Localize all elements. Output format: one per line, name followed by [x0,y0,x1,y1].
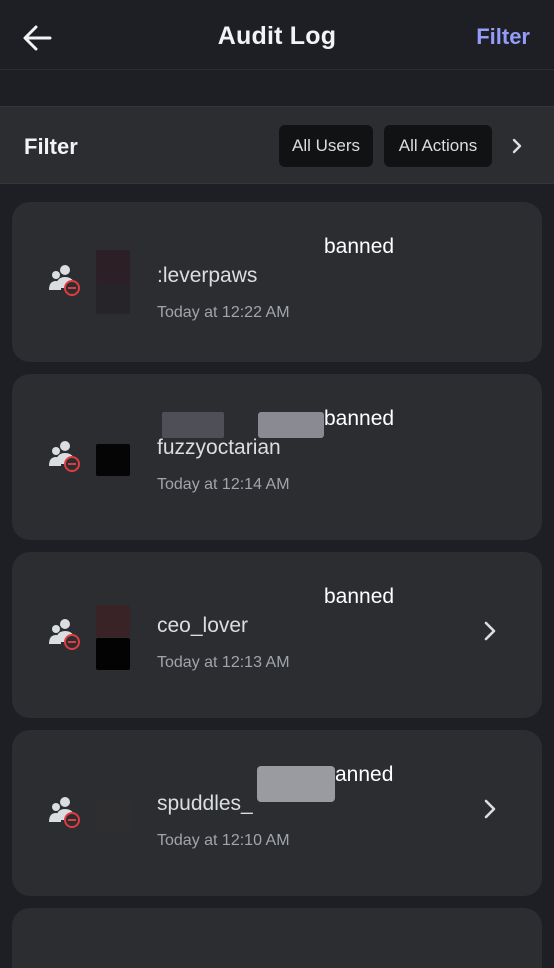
avatar [96,444,130,476]
member-ban-icon [49,265,80,296]
chevron-right-icon[interactable] [480,796,500,822]
action-text: banned [324,585,395,608]
avatar [96,605,130,637]
all-users-chip[interactable]: All Users [279,125,373,167]
action-text: banned [324,407,395,430]
filter-bar: Filter All Users All Actions [0,106,554,184]
header-bar: Audit Log Filter [0,0,554,70]
username: spuddles_ [157,792,253,815]
timestamp: Today at 12:22 AM [157,304,290,321]
username-text: leverpaws [162,264,258,287]
action-text: banned [324,235,395,258]
username: :leverpaws [157,264,258,287]
filter-more-button[interactable] [506,133,528,159]
member-ban-icon [49,441,80,472]
audit-log-entry[interactable]: anned spuddles_ Today at 12:10 AM [12,730,542,896]
username: fuzzyoctarian [157,436,281,459]
member-ban-icon [49,619,80,650]
member-ban-icon [49,797,80,828]
audit-log-entry[interactable]: banned :leverpaws Today at 12:22 AM [12,202,542,362]
all-actions-chip[interactable]: All Actions [384,125,492,167]
action-text: anned [335,763,394,786]
redacted-block [258,412,324,438]
filter-label: Filter [24,134,78,159]
audit-log-entry-partial[interactable] [12,908,542,968]
avatar [96,282,130,314]
redacted-block [257,766,335,802]
filter-button[interactable]: Filter [476,24,530,50]
chevron-right-icon [512,138,522,154]
username: ceo_lover [157,614,249,637]
timestamp: Today at 12:14 AM [157,476,290,493]
audit-log-entry[interactable]: banned ceo_lover Today at 12:13 AM [12,552,542,718]
avatar [96,800,130,832]
avatar [96,250,130,282]
timestamp: Today at 12:13 AM [157,654,290,671]
audit-log-entry[interactable]: banned fuzzyoctarian Today at 12:14 AM [12,374,542,540]
timestamp: Today at 12:10 AM [157,832,290,849]
redacted-block [162,412,224,438]
page-title: Audit Log [217,22,337,50]
avatar [96,638,130,670]
chevron-right-icon[interactable] [480,618,500,644]
